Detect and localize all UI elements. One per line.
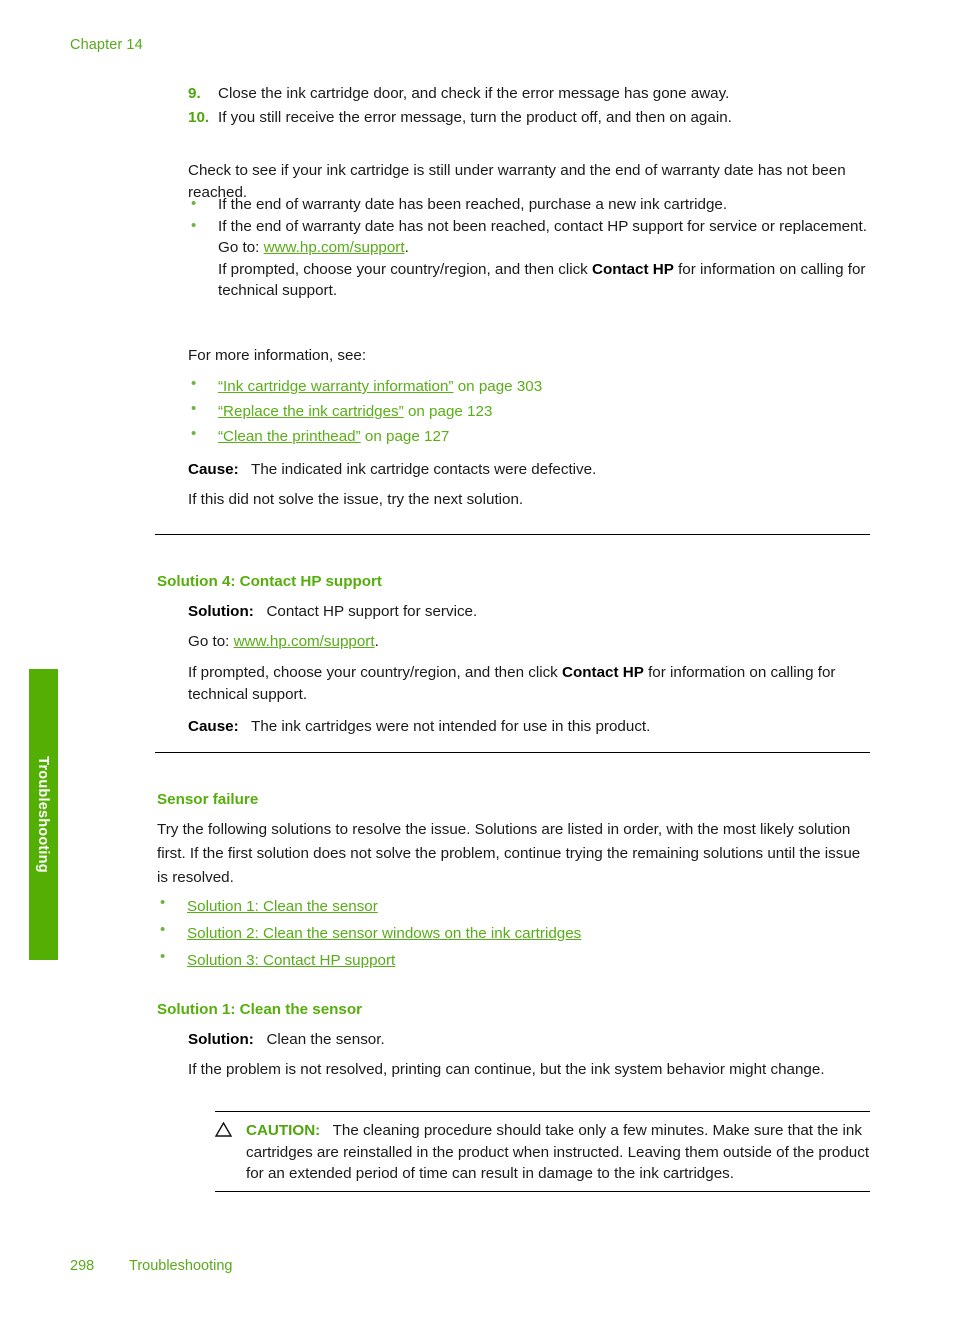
solution-3-link[interactable]: Solution 3: Contact HP support xyxy=(187,952,395,969)
side-thumb-tab-label: Troubleshooting xyxy=(35,756,52,873)
solution-1-heading: Solution 1: Clean the sensor xyxy=(157,1001,363,1018)
xref-link[interactable]: “Replace the ink cartridges” on page 123 xyxy=(218,403,492,420)
bullet-marker: • xyxy=(191,375,197,392)
goto-prefix: Go to: xyxy=(188,633,234,650)
xref-item: • “Ink cartridge warranty information” o… xyxy=(188,374,870,399)
solution-4-heading: Solution 4: Contact HP support xyxy=(157,573,382,590)
more-info-intro: For more information, see: xyxy=(188,347,367,364)
step-number: 9. xyxy=(188,85,201,102)
footer-section-name: Troubleshooting xyxy=(129,1258,233,1274)
xref-title: “Replace the ink cartridges” xyxy=(218,403,404,420)
solution-4-prompt-paragraph: If prompted, choose your country/region,… xyxy=(188,662,870,705)
hp-support-link[interactable]: www.hp.com/support xyxy=(234,633,375,650)
chapter-header: Chapter 14 xyxy=(70,37,143,53)
sensor-failure-intro: Try the following solutions to resolve t… xyxy=(157,821,861,886)
bullet-item: • If the end of warranty date has been r… xyxy=(188,194,870,216)
sensor-failure-heading: Sensor failure xyxy=(157,791,259,808)
bullet-marker: • xyxy=(191,216,197,234)
solution-4-goto-line: Go to: www.hp.com/support. xyxy=(188,631,870,653)
warranty-bullet-list: • If the end of warranty date has been r… xyxy=(188,194,870,302)
footer-page-number: 298 xyxy=(70,1258,95,1274)
caution-text: The cleaning procedure should take only … xyxy=(246,1122,870,1183)
sensor-failure-solution-list: • Solution 1: Clean the sensor • Solutio… xyxy=(157,893,870,974)
solution-1-note: If the problem is not resolved, printing… xyxy=(188,1061,825,1078)
xref-link[interactable]: “Ink cartridge warranty information” on … xyxy=(218,378,542,395)
bullet-text: If the end of warranty date has been rea… xyxy=(218,196,728,213)
page-footer: 298 Troubleshooting xyxy=(70,1258,232,1274)
solution-label: Solution: xyxy=(188,603,254,620)
contact-hp-emphasis: Contact HP xyxy=(562,664,644,681)
xref-title: “Clean the printhead” xyxy=(218,428,361,445)
solution-link-item: • Solution 1: Clean the sensor xyxy=(157,893,870,920)
next-solution-note: If this did not solve the issue, try the… xyxy=(188,491,524,508)
numbered-step-item: 9. Close the ink cartridge door, and che… xyxy=(188,82,870,106)
caution-body: CAUTION: The cleaning procedure should t… xyxy=(214,1112,870,1191)
cause-text: The indicated ink cartridge contacts wer… xyxy=(251,461,597,478)
xref-page: on page 303 xyxy=(453,378,543,395)
solution-2-link[interactable]: Solution 2: Clean the sensor windows on … xyxy=(187,925,581,942)
xref-item: • “Replace the ink cartridges” on page 1… xyxy=(188,399,870,424)
document-page: Chapter 14 Troubleshooting 9. Close the … xyxy=(0,0,954,1321)
solution-link-item: • Solution 2: Clean the sensor windows o… xyxy=(157,920,870,947)
bullet-text: If the end of warranty date has not been… xyxy=(218,217,867,235)
prompt-line: If prompted, choose your country/region,… xyxy=(218,259,870,302)
numbered-step-list: 9. Close the ink cartridge door, and che… xyxy=(188,82,870,130)
bullet-marker: • xyxy=(160,894,166,911)
solution-4-solution-line: Solution: Contact HP support for service… xyxy=(188,601,870,623)
xref-title: “Ink cartridge warranty information” xyxy=(218,378,454,395)
step-text: If you still receive the error message, … xyxy=(218,109,732,126)
side-thumb-tab: Troubleshooting xyxy=(29,669,58,960)
bullet-marker: • xyxy=(191,400,197,417)
xref-link[interactable]: “Clean the printhead” on page 127 xyxy=(218,428,449,445)
bullet-marker: • xyxy=(160,948,166,965)
prompt-prefix: If prompted, choose your country/region,… xyxy=(218,260,592,278)
solution-4-cause-block: Cause: The ink cartridges were not inten… xyxy=(188,716,870,738)
step-number: 10. xyxy=(188,109,210,126)
xref-item: • “Clean the printhead” on page 127 xyxy=(188,424,870,449)
step-text: Close the ink cartridge door, and check … xyxy=(218,85,730,102)
solution-text: Clean the sensor. xyxy=(266,1031,385,1048)
caution-admonition: CAUTION: The cleaning procedure should t… xyxy=(214,1111,870,1192)
bullet-marker: • xyxy=(191,195,197,212)
solution-1-solution-line: Solution: Clean the sensor. xyxy=(188,1029,870,1051)
xref-page: on page 123 xyxy=(403,403,493,420)
prompt-prefix: If prompted, choose your country/region,… xyxy=(188,664,562,681)
solution-1-link[interactable]: Solution 1: Clean the sensor xyxy=(187,898,378,915)
more-info-list: • “Ink cartridge warranty information” o… xyxy=(188,374,870,449)
solution-link-item: • Solution 3: Contact HP support xyxy=(157,947,870,974)
warning-triangle-icon xyxy=(214,1121,233,1137)
solution-label: Solution: xyxy=(188,1031,254,1048)
caution-label: CAUTION: xyxy=(246,1122,321,1139)
bullet-marker: • xyxy=(191,425,197,442)
goto-prefix: Go to: xyxy=(218,239,264,257)
section-divider xyxy=(155,534,870,535)
contact-hp-emphasis: Contact HP xyxy=(592,260,674,278)
cause-label: Cause: xyxy=(188,461,239,478)
bullet-item: • If the end of warranty date has not be… xyxy=(188,216,870,302)
hp-support-link[interactable]: www.hp.com/support xyxy=(264,239,405,256)
bullet-marker: • xyxy=(160,921,166,938)
xref-page: on page 127 xyxy=(360,428,450,445)
cause-text: The ink cartridges were not intended for… xyxy=(251,718,651,735)
section-divider xyxy=(155,752,870,753)
goto-suffix: . xyxy=(404,239,409,257)
cause-label: Cause: xyxy=(188,718,239,735)
cause-block: Cause: The indicated ink cartridge conta… xyxy=(188,459,870,481)
goto-line: Go to: www.hp.com/support. xyxy=(218,237,870,259)
numbered-step-item: 10. If you still receive the error messa… xyxy=(188,106,870,130)
caution-bottom-rule xyxy=(215,1190,870,1192)
solution-text: Contact HP support for service. xyxy=(266,603,478,620)
goto-suffix: . xyxy=(374,633,379,650)
